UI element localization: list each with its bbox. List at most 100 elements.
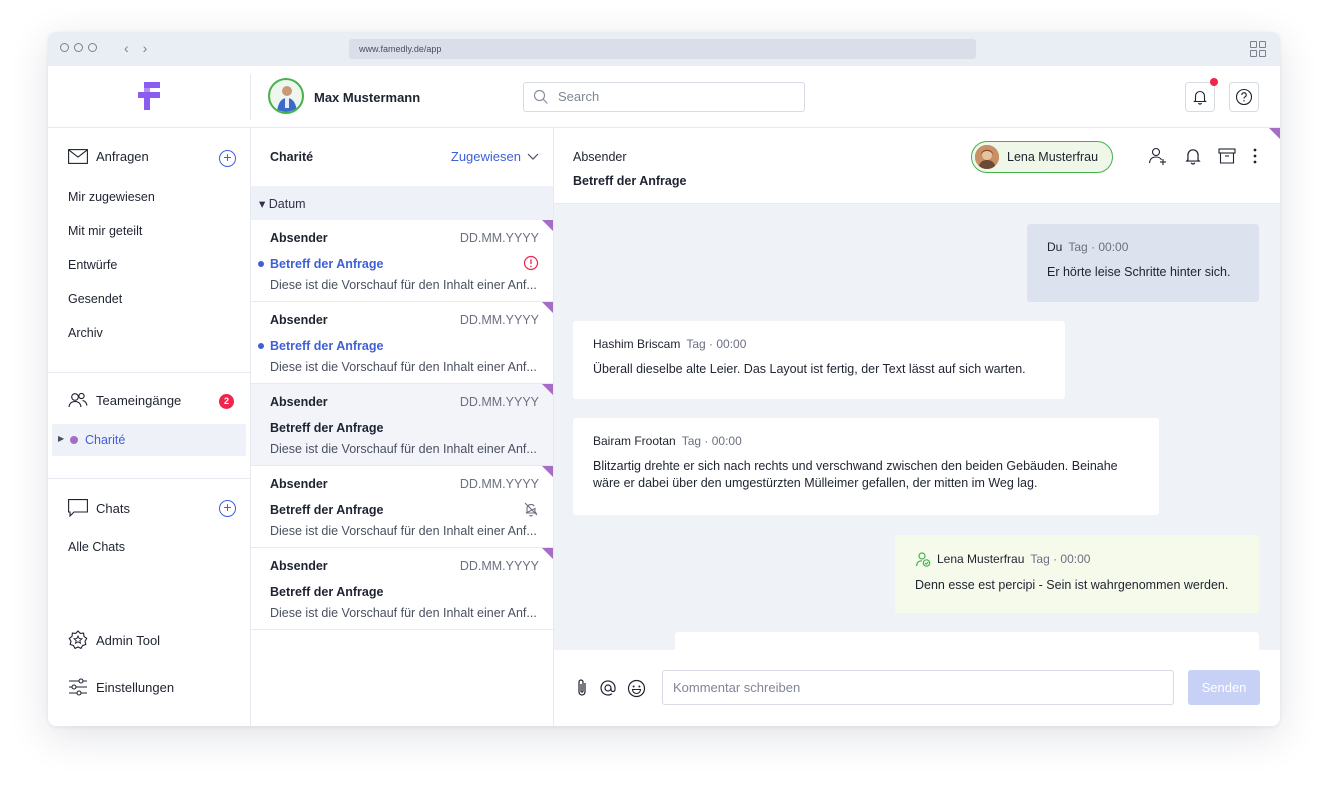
- item-sender: Absender: [270, 395, 328, 409]
- inbox-color-dot: [70, 436, 78, 444]
- list-item-selected[interactable]: Absender DD.MM.YYYY Betreff der Anfrage …: [251, 384, 553, 466]
- inbox-corner-marker: [1269, 128, 1280, 139]
- sliders-icon: [69, 678, 87, 696]
- item-sender: Absender: [270, 559, 328, 573]
- send-button[interactable]: Senden: [1188, 670, 1260, 705]
- back-arrow-icon[interactable]: ‹: [124, 40, 129, 56]
- tabs-grid-icon[interactable]: [1250, 41, 1266, 57]
- help-button[interactable]: [1229, 82, 1259, 112]
- notification-dot: [1210, 78, 1218, 86]
- window-zoom-control[interactable]: [88, 43, 97, 52]
- list-item[interactable]: Absender DD.MM.YYYY Betreff der Anfrage …: [251, 220, 553, 302]
- item-preview: Diese ist die Vorschauf für den Inhalt e…: [270, 606, 537, 620]
- search-box[interactable]: [523, 82, 805, 112]
- conversation-subject: Betreff der Anfrage: [573, 174, 687, 188]
- item-sender: Absender: [270, 231, 328, 245]
- assigned-user-icon: [915, 552, 931, 567]
- user-name[interactable]: Max Mustermann: [314, 90, 420, 105]
- sidebar-item-all-chats[interactable]: Alle Chats: [68, 540, 125, 554]
- user-avatar[interactable]: [268, 78, 304, 114]
- item-subject: Betreff der Anfrage: [270, 585, 384, 599]
- comment-input[interactable]: [662, 670, 1174, 705]
- list-title: Charité: [270, 150, 314, 164]
- assignee-avatar: [975, 145, 999, 169]
- expand-caret-icon[interactable]: ▶: [58, 434, 64, 443]
- item-preview: Diese ist die Vorschauf für den Inhalt e…: [270, 278, 537, 292]
- message-time: Tag · 00:00: [681, 434, 742, 448]
- internal-note-bubble: Lena Musterfrau Tag · 00:00 Denn esse est…: [895, 535, 1259, 613]
- charite-label: Charité: [85, 433, 126, 447]
- header-divider: [250, 74, 251, 120]
- more-vertical-icon[interactable]: [1252, 147, 1258, 165]
- browser-chrome: ‹ › www.famedly.de/app: [48, 32, 1280, 66]
- message-text: Denn esse est percipi - Sein ist wahrgen…: [915, 578, 1229, 592]
- list-item[interactable]: Absender DD.MM.YYYY Betreff der Anfrage …: [251, 466, 553, 548]
- item-subject: Betreff der Anfrage: [270, 339, 384, 353]
- search-input[interactable]: [558, 89, 788, 104]
- mention-icon[interactable]: [599, 679, 617, 697]
- message-bubble: Bairam Frootan Tag · 00:00 Blitzartig dre…: [573, 418, 1159, 515]
- composer: Senden: [554, 650, 1280, 726]
- message-bubble: Hashim Briscam Tag · 00:00 Überall diesel…: [573, 321, 1065, 399]
- filter-label: Zugewiesen: [450, 149, 521, 164]
- add-user-icon[interactable]: [1148, 146, 1168, 166]
- notifications-button[interactable]: [1185, 78, 1218, 112]
- group-label-text: Datum: [268, 197, 306, 211]
- message-bubble-partial: [675, 632, 1259, 650]
- settings-link[interactable]: Einstellungen: [68, 678, 174, 696]
- request-list: Charité Zugewiesen ▾ Datum Absender DD.M…: [251, 128, 554, 726]
- list-header: Charité Zugewiesen: [251, 128, 553, 186]
- conversation-sender: Absender: [573, 150, 627, 164]
- window-minimize-control[interactable]: [74, 43, 83, 52]
- sidebar-divider: [48, 372, 250, 373]
- item-sender: Absender: [270, 313, 328, 327]
- add-chat-button[interactable]: +: [219, 500, 236, 517]
- item-subject: Betreff der Anfrage: [270, 503, 384, 517]
- archive-icon[interactable]: [1218, 147, 1236, 165]
- group-header-date[interactable]: ▾ Datum: [251, 186, 553, 220]
- message-time: Tag · 00:00: [686, 337, 747, 351]
- message-time: Tag · 00:00: [1068, 240, 1129, 254]
- add-request-button[interactable]: +: [219, 150, 236, 167]
- sidebar-item-charite[interactable]: ▶ Charité: [52, 424, 246, 456]
- envelope-icon: [68, 149, 88, 164]
- assignee-name: Lena Musterfrau: [1007, 150, 1099, 164]
- famedly-logo[interactable]: [138, 82, 160, 110]
- paperclip-icon[interactable]: [575, 678, 589, 698]
- sidebar-item-sent[interactable]: Gesendet: [68, 292, 122, 306]
- settings-label: Einstellungen: [96, 679, 175, 695]
- team-inboxes-section[interactable]: Teameingänge: [68, 392, 181, 408]
- admin-tool-label: Admin Tool: [96, 632, 161, 648]
- bell-icon: [1193, 90, 1207, 105]
- filter-dropdown[interactable]: Zugewiesen: [451, 149, 539, 164]
- app-window: ‹ › www.famedly.de/app Max Mustermann Se…: [48, 32, 1280, 726]
- sidebar-item-drafts[interactable]: Entwürfe: [68, 258, 117, 272]
- emoji-icon[interactable]: [627, 679, 646, 698]
- forward-arrow-icon[interactable]: ›: [143, 40, 148, 56]
- list-item[interactable]: Absender DD.MM.YYYY Betreff der Anfrage …: [251, 548, 553, 630]
- admin-tool-link[interactable]: Admin Tool: [68, 630, 160, 650]
- message-text: Blitzartig drehte er sich nach rechts un…: [593, 459, 1118, 490]
- message-author: Bairam Frootan: [593, 434, 676, 448]
- item-subject: Betreff der Anfrage: [270, 421, 384, 435]
- requests-title: Anfragen: [96, 149, 149, 164]
- unread-dot: [258, 261, 264, 267]
- sidebar-item-assigned[interactable]: Mir zugewiesen: [68, 190, 155, 204]
- chevron-down-icon: [527, 153, 539, 160]
- item-preview: Diese ist die Vorschauf für den Inhalt e…: [270, 360, 537, 374]
- unread-dot: [258, 343, 264, 349]
- inbox-corner-marker: [542, 302, 553, 313]
- inbox-corner-marker: [542, 384, 553, 395]
- assignee-chip[interactable]: Lena Musterfrau: [971, 141, 1114, 173]
- list-item[interactable]: Absender DD.MM.YYYY Betreff der Anfrage …: [251, 302, 553, 384]
- sidebar-item-shared[interactable]: Mit mir geteilt: [68, 224, 142, 238]
- sidebar-item-archive[interactable]: Archiv: [68, 326, 103, 340]
- requests-section[interactable]: Anfragen: [68, 149, 149, 164]
- window-close-control[interactable]: [60, 43, 69, 52]
- url-bar[interactable]: www.famedly.de/app: [349, 39, 976, 59]
- item-preview: Diese ist die Vorschauf für den Inhalt e…: [270, 524, 537, 538]
- bell-icon[interactable]: [1184, 147, 1202, 165]
- window-controls[interactable]: [60, 43, 97, 52]
- team-icon: [68, 392, 88, 408]
- chats-section[interactable]: Chats: [68, 499, 130, 517]
